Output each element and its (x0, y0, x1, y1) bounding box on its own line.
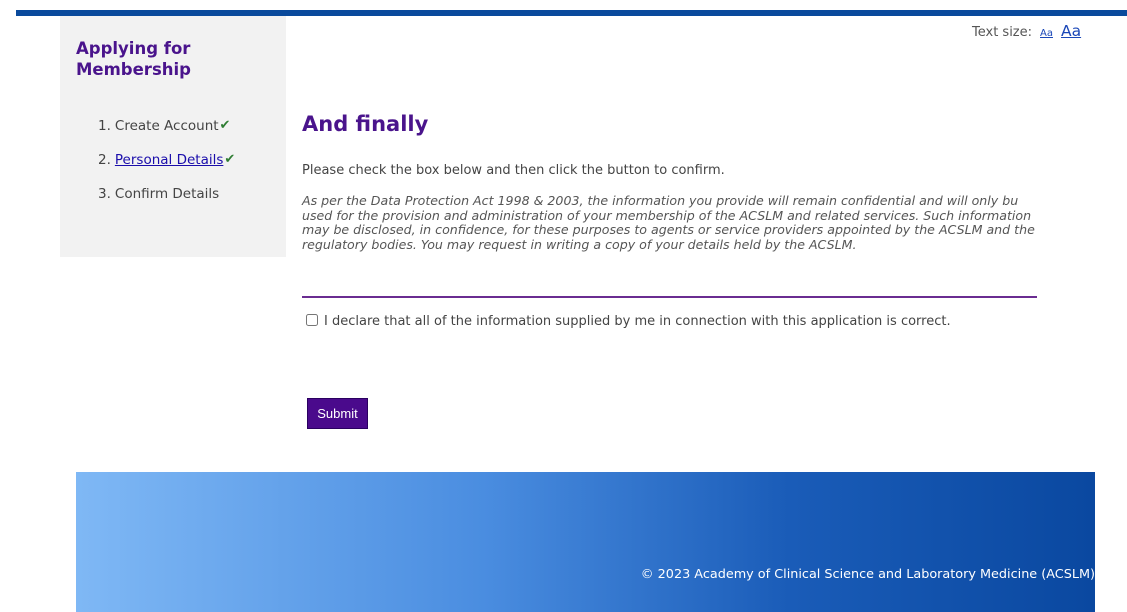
checkmark-icon: ✔ (219, 118, 231, 133)
divider (302, 296, 1037, 298)
step-label: Confirm Details (114, 186, 220, 202)
text-size-label: Text size: (972, 25, 1033, 40)
main-content: And finally Please check the box below a… (302, 110, 1037, 329)
declaration-text: I declare that all of the information su… (324, 314, 951, 329)
declaration-checkbox[interactable] (306, 314, 318, 326)
footer: © 2023 Academy of Clinical Science and L… (76, 472, 1095, 612)
sidebar: Applying for Membership 1. Create Accoun… (60, 16, 286, 257)
step-number: 1. (98, 118, 111, 134)
step-confirm-details: 3. Confirm Details (98, 186, 235, 220)
privacy-notice: As per the Data Protection Act 1998 & 20… (302, 193, 1035, 252)
page-title: And finally (302, 112, 429, 136)
step-number: 3. (98, 186, 111, 202)
submit-button[interactable]: Submit (307, 398, 368, 429)
sidebar-title: Applying for Membership (76, 39, 191, 79)
step-personal-details: 2. Personal Details ✔ (98, 152, 235, 186)
text-size-control: Text size: Aa Aa (972, 22, 1081, 40)
text-size-small-link[interactable]: Aa (1040, 28, 1053, 39)
declaration[interactable]: I declare that all of the information su… (306, 314, 1006, 330)
checkmark-icon: ✔ (224, 152, 236, 167)
instruction-text: Please check the box below and then clic… (302, 163, 725, 178)
personal-details-link[interactable]: Personal Details (115, 152, 223, 168)
step-number: 2. (98, 152, 111, 168)
steps-list: 1. Create Account ✔ 2. Personal Details … (98, 118, 235, 220)
footer-copyright: © 2023 Academy of Clinical Science and L… (640, 567, 1095, 582)
text-size-large-link[interactable]: Aa (1061, 22, 1081, 40)
step-create-account: 1. Create Account ✔ (98, 118, 235, 152)
step-label: Create Account (114, 118, 219, 134)
